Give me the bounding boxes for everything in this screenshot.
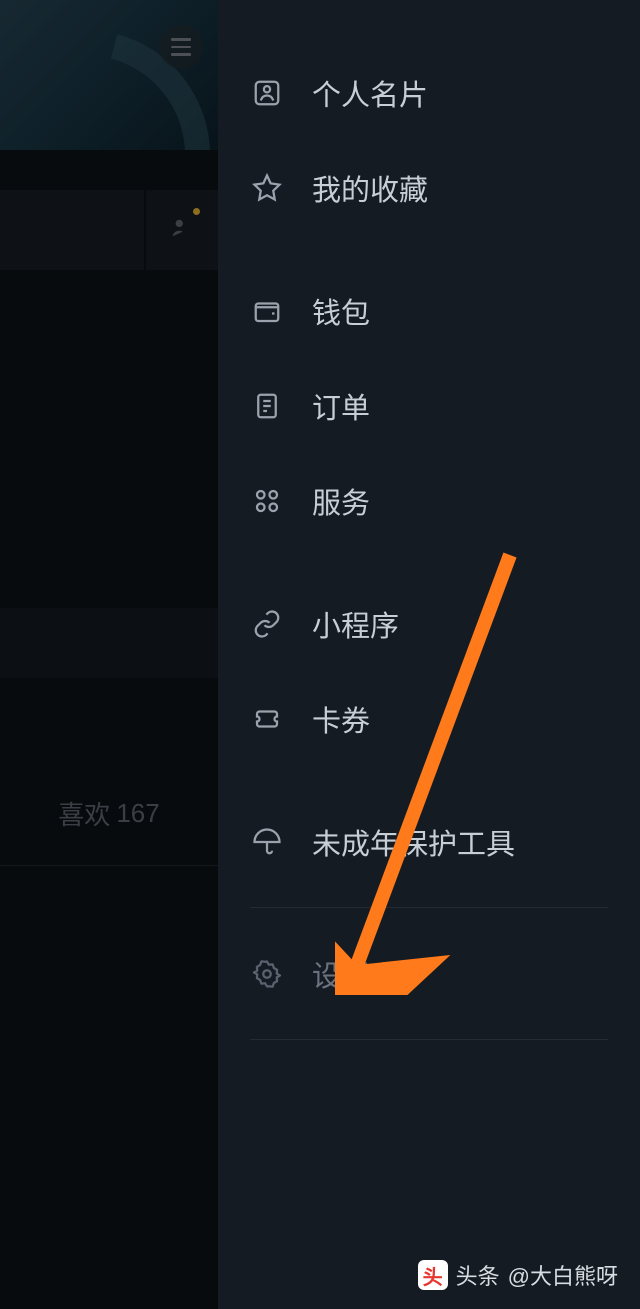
- menu-item-minor-protection[interactable]: 未成年保护工具: [218, 794, 640, 889]
- attribution-source: 头条: [456, 1259, 500, 1291]
- menu-divider: [250, 907, 608, 908]
- profile-card-icon: [250, 76, 284, 110]
- toutiao-logo-icon: 头: [418, 1260, 448, 1290]
- menu-item-mini-programs[interactable]: 小程序: [218, 576, 640, 671]
- grid-icon: [250, 484, 284, 518]
- menu-label: 订单: [312, 385, 370, 427]
- menu-label: 卡券: [312, 698, 370, 740]
- ticket-icon: [250, 702, 284, 736]
- side-drawer: 个人名片 我的收藏 钱包 订单 服务: [218, 0, 640, 1309]
- menu-item-wallet[interactable]: 钱包: [218, 263, 640, 358]
- menu-label: 设置: [312, 953, 370, 995]
- document-icon: [250, 389, 284, 423]
- menu-label: 小程序: [312, 603, 399, 645]
- menu-item-coupons[interactable]: 卡券: [218, 671, 640, 766]
- gear-icon: [250, 957, 284, 991]
- attribution: 头 头条 @大白熊呀: [418, 1259, 618, 1291]
- menu-item-services[interactable]: 服务: [218, 453, 640, 548]
- attribution-author: @大白熊呀: [508, 1259, 618, 1291]
- menu-label: 未成年保护工具: [312, 821, 515, 863]
- menu-label: 个人名片: [312, 72, 428, 114]
- menu-label: 钱包: [312, 290, 370, 332]
- menu-item-orders[interactable]: 订单: [218, 358, 640, 453]
- menu-divider: [250, 1039, 608, 1040]
- dim-overlay[interactable]: [0, 0, 218, 1309]
- menu-label: 我的收藏: [312, 167, 428, 209]
- menu-item-profile[interactable]: 个人名片: [218, 45, 640, 140]
- link-icon: [250, 607, 284, 641]
- umbrella-icon: [250, 825, 284, 859]
- menu-item-favorites[interactable]: 我的收藏: [218, 140, 640, 235]
- star-icon: [250, 171, 284, 205]
- wallet-icon: [250, 294, 284, 328]
- menu-label: 服务: [312, 480, 370, 522]
- menu-item-settings[interactable]: 设置: [218, 926, 640, 1021]
- menu-list: 个人名片 我的收藏 钱包 订单 服务: [218, 0, 640, 1040]
